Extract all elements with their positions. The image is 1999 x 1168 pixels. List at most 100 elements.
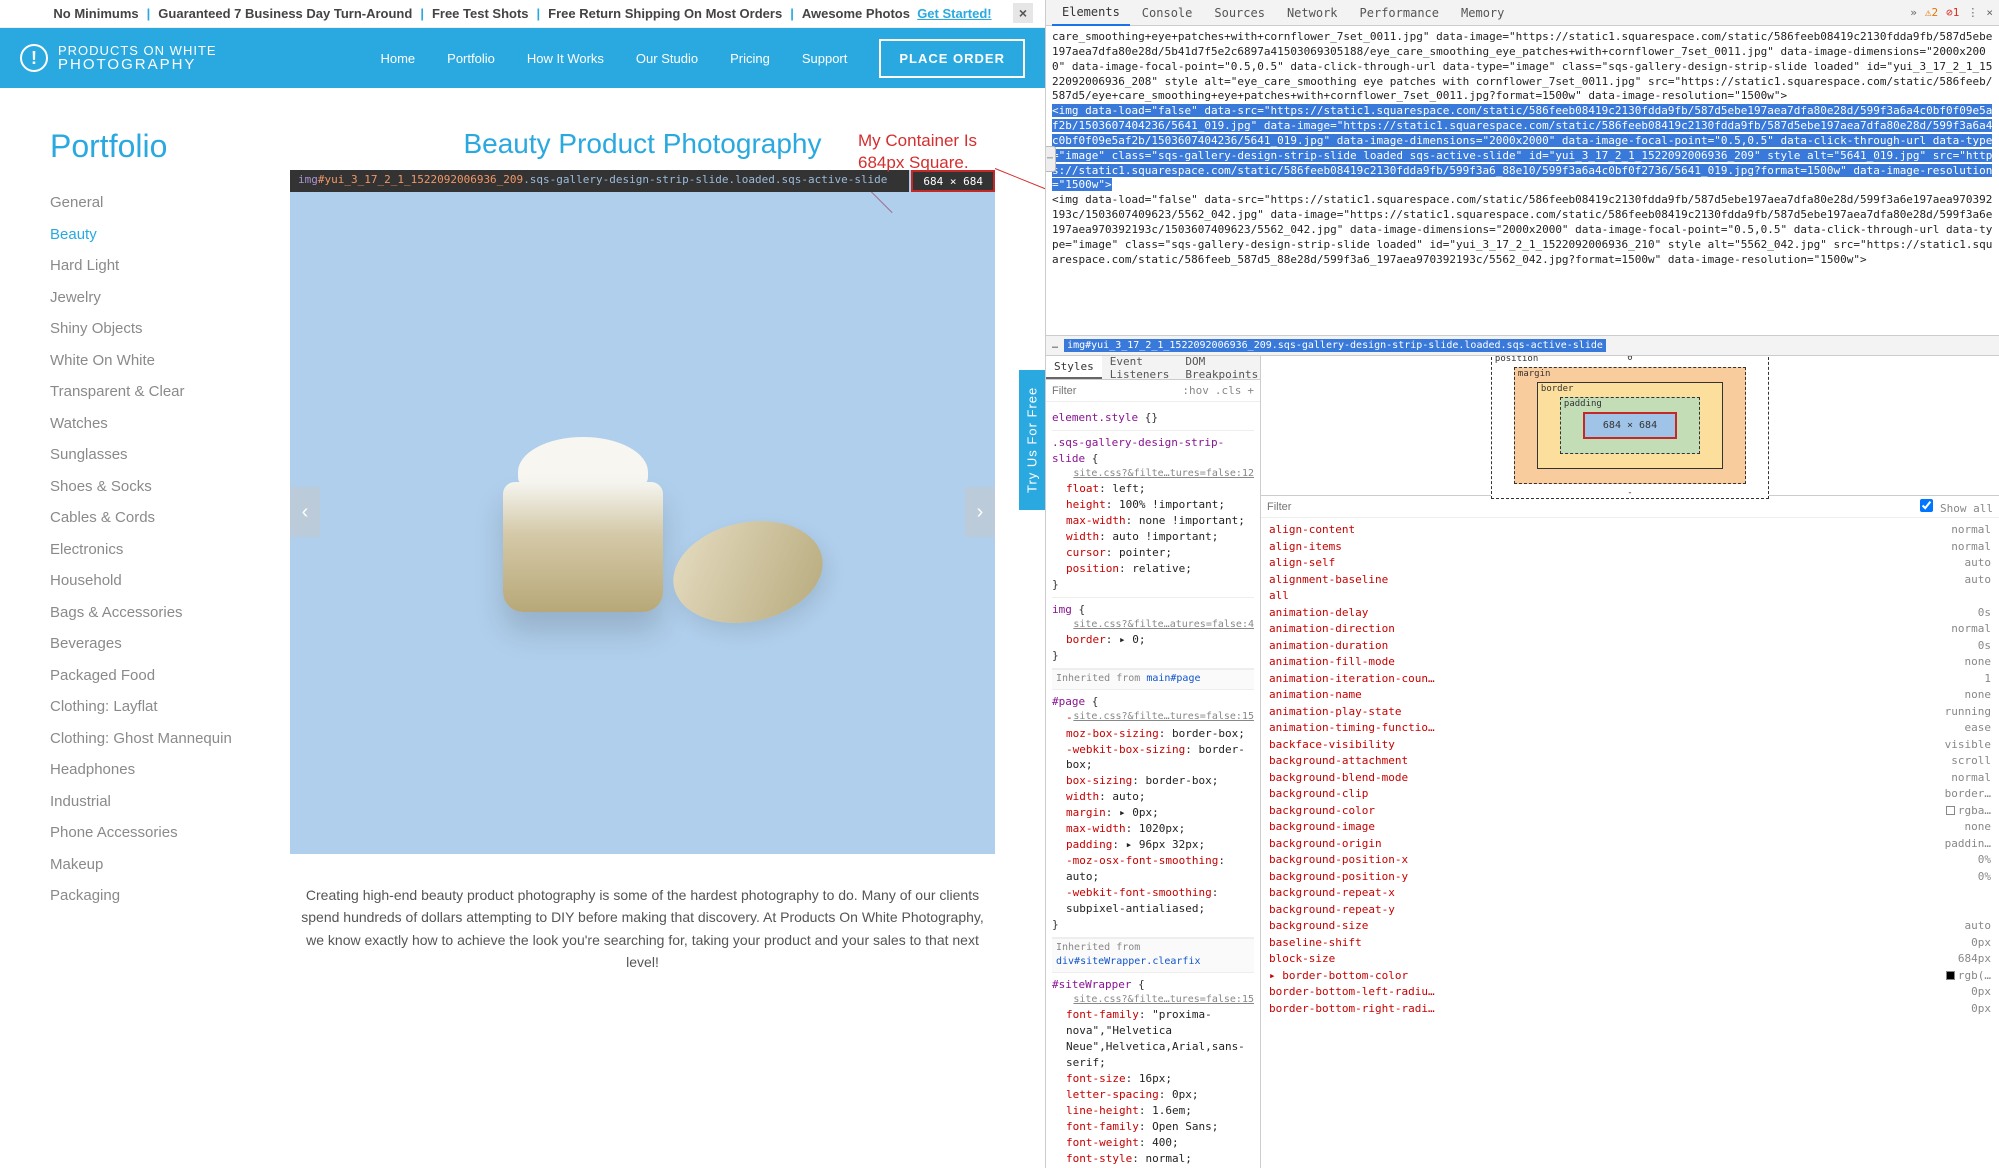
sidebar-item[interactable]: Industrial	[50, 786, 250, 818]
computed-row[interactable]: background-position-y0%	[1269, 869, 1991, 886]
nav-link[interactable]: Home	[380, 51, 415, 66]
try-free-tab[interactable]: Try Us For Free	[1019, 370, 1045, 510]
sidebar-item[interactable]: Packaged Food	[50, 660, 250, 692]
hov-toggle[interactable]: :hov	[1182, 384, 1209, 397]
cls-toggle[interactable]: .cls	[1215, 384, 1242, 397]
sidebar-item[interactable]: Cables & Cords	[50, 502, 250, 534]
devtools-tab[interactable]: Elements	[1052, 0, 1130, 26]
warning-icon[interactable]: ⚠2	[1925, 6, 1938, 19]
sidebar-item[interactable]: Beverages	[50, 628, 250, 660]
sidebar-item[interactable]: Sunglasses	[50, 439, 250, 471]
devtools-panel: ElementsConsoleSourcesNetworkPerformance…	[1045, 0, 1999, 1168]
sidebar-item[interactable]: Headphones	[50, 754, 250, 786]
computed-row[interactable]: backface-visibilityvisible	[1269, 737, 1991, 754]
sidebar-item[interactable]: Phone Accessories	[50, 817, 250, 849]
inspect-selector: img#yui_3_17_2_1_1522092006936_209.sqs-g…	[290, 170, 909, 192]
styles-sub-tabs: StylesEvent ListenersDOM BreakpointsProp…	[1046, 356, 1260, 380]
computed-row[interactable]: all	[1269, 588, 1991, 605]
computed-row[interactable]: ▸ border-bottom-colorrgb(…	[1269, 968, 1991, 985]
logo[interactable]: ! PRODUCTS ON WHITE PHOTOGRAPHY	[20, 44, 217, 72]
gallery-prev-button[interactable]: ‹	[290, 487, 320, 537]
devtools-tab[interactable]: Memory	[1451, 1, 1514, 25]
sidebar-item[interactable]: Electronics	[50, 534, 250, 566]
sidebar-item[interactable]: General	[50, 187, 250, 219]
computed-row[interactable]: background-clipborder…	[1269, 786, 1991, 803]
computed-row[interactable]: border-bottom-right-radi…0px	[1269, 1001, 1991, 1018]
sidebar-item[interactable]: Household	[50, 565, 250, 597]
sidebar-item[interactable]: Makeup	[50, 849, 250, 881]
sidebar-item[interactable]: Jewelry	[50, 282, 250, 314]
dom-breadcrumb[interactable]: … img#yui_3_17_2_1_1522092006936_209.sqs…	[1046, 336, 1999, 356]
sidebar-item[interactable]: Shoes & Socks	[50, 471, 250, 503]
computed-list[interactable]: align-contentnormalalign-itemsnormalalig…	[1261, 518, 1999, 1168]
nav-link[interactable]: Portfolio	[447, 51, 495, 66]
dom-node[interactable]: care_smoothing+eye+patches+with+cornflow…	[1052, 30, 1993, 104]
computed-row[interactable]: align-selfauto	[1269, 555, 1991, 572]
computed-row[interactable]: animation-timing-functio…ease	[1269, 720, 1991, 737]
computed-row[interactable]: background-position-x0%	[1269, 852, 1991, 869]
gallery-slide[interactable]: ‹ ›	[290, 170, 995, 854]
computed-row[interactable]: background-attachmentscroll	[1269, 753, 1991, 770]
box-model[interactable]: position 0 margin border padding 684 × 6…	[1261, 356, 1999, 496]
styles-rules[interactable]: element.style {}.sqs-gallery-design-stri…	[1046, 402, 1260, 1168]
dom-node-selected[interactable]: <img data-load="false" data-src="https:/…	[1052, 104, 1993, 193]
add-rule-button[interactable]: +	[1247, 384, 1254, 397]
computed-row[interactable]: background-colorrgba…	[1269, 803, 1991, 820]
nav-link[interactable]: Pricing	[730, 51, 770, 66]
show-all-checkbox[interactable]: Show all	[1920, 499, 1993, 515]
computed-row[interactable]: baseline-shift0px	[1269, 935, 1991, 952]
promo-text: No Minimums|Guaranteed 7 Business Day Tu…	[53, 6, 991, 21]
nav-link[interactable]: How It Works	[527, 51, 604, 66]
breadcrumb-current[interactable]: img#yui_3_17_2_1_1522092006936_209.sqs-g…	[1064, 339, 1606, 352]
site-header: ! PRODUCTS ON WHITE PHOTOGRAPHY Home Port…	[0, 28, 1045, 88]
sidebar-item[interactable]: Transparent & Clear	[50, 376, 250, 408]
computed-filter-input[interactable]	[1267, 501, 1920, 513]
computed-row[interactable]: background-blend-modenormal	[1269, 770, 1991, 787]
nav-link[interactable]: Our Studio	[636, 51, 698, 66]
computed-row[interactable]: alignment-baselineauto	[1269, 572, 1991, 589]
devtools-drag-handle[interactable]: ⋯	[1046, 146, 1056, 172]
computed-row[interactable]: background-repeat-x	[1269, 885, 1991, 902]
computed-row[interactable]: align-itemsnormal	[1269, 539, 1991, 556]
sidebar-item[interactable]: Clothing: Ghost Mannequin	[50, 723, 250, 755]
computed-row[interactable]: background-originpaddin…	[1269, 836, 1991, 853]
computed-row[interactable]: background-repeat-y	[1269, 902, 1991, 919]
computed-row[interactable]: animation-delay0s	[1269, 605, 1991, 622]
error-icon[interactable]: ⊘1	[1946, 6, 1959, 19]
devtools-tab[interactable]: Console	[1132, 1, 1203, 25]
devtools-close-icon[interactable]: ×	[1986, 6, 1993, 19]
sidebar-item[interactable]: Shiny Objects	[50, 313, 250, 345]
computed-row[interactable]: background-imagenone	[1269, 819, 1991, 836]
computed-row[interactable]: border-bottom-left-radiu…0px	[1269, 984, 1991, 1001]
sidebar-item[interactable]: Watches	[50, 408, 250, 440]
sidebar-item[interactable]: Hard Light	[50, 250, 250, 282]
sidebar-item[interactable]: Clothing: Layflat	[50, 691, 250, 723]
devtools-tab[interactable]: Performance	[1350, 1, 1449, 25]
place-order-button[interactable]: PLACE ORDER	[879, 39, 1025, 78]
nav-link[interactable]: Support	[802, 51, 848, 66]
dom-node[interactable]: <img data-load="false" data-src="https:/…	[1052, 193, 1993, 267]
computed-row[interactable]: animation-play-staterunning	[1269, 704, 1991, 721]
styles-sub-tab[interactable]: Styles	[1046, 356, 1102, 379]
computed-row[interactable]: align-contentnormal	[1269, 522, 1991, 539]
computed-row[interactable]: block-size684px	[1269, 951, 1991, 968]
sidebar-item[interactable]: White On White	[50, 345, 250, 377]
sidebar-item[interactable]: Beauty	[50, 219, 250, 251]
sidebar-item[interactable]: Packaging	[50, 880, 250, 912]
styles-filter-input[interactable]	[1052, 385, 1132, 397]
devtools-menu-icon[interactable]: ⋮	[1967, 6, 1978, 19]
gallery-next-button[interactable]: ›	[965, 487, 995, 537]
promo-close-button[interactable]: ×	[1013, 3, 1033, 23]
computed-row[interactable]: animation-duration0s	[1269, 638, 1991, 655]
computed-row[interactable]: animation-fill-modenone	[1269, 654, 1991, 671]
computed-row[interactable]: animation-directionnormal	[1269, 621, 1991, 638]
devtools-tab[interactable]: Sources	[1204, 1, 1275, 25]
computed-row[interactable]: animation-iteration-coun…1	[1269, 671, 1991, 688]
dom-tree[interactable]: ⋯ care_smoothing+eye+patches+with+cornfl…	[1046, 26, 1999, 336]
computed-pane: position 0 margin border padding 684 × 6…	[1261, 356, 1999, 1168]
devtools-tab[interactable]: Network	[1277, 1, 1348, 25]
get-started-link[interactable]: Get Started!	[917, 6, 991, 21]
computed-row[interactable]: animation-namenone	[1269, 687, 1991, 704]
computed-row[interactable]: background-sizeauto	[1269, 918, 1991, 935]
sidebar-item[interactable]: Bags & Accessories	[50, 597, 250, 629]
